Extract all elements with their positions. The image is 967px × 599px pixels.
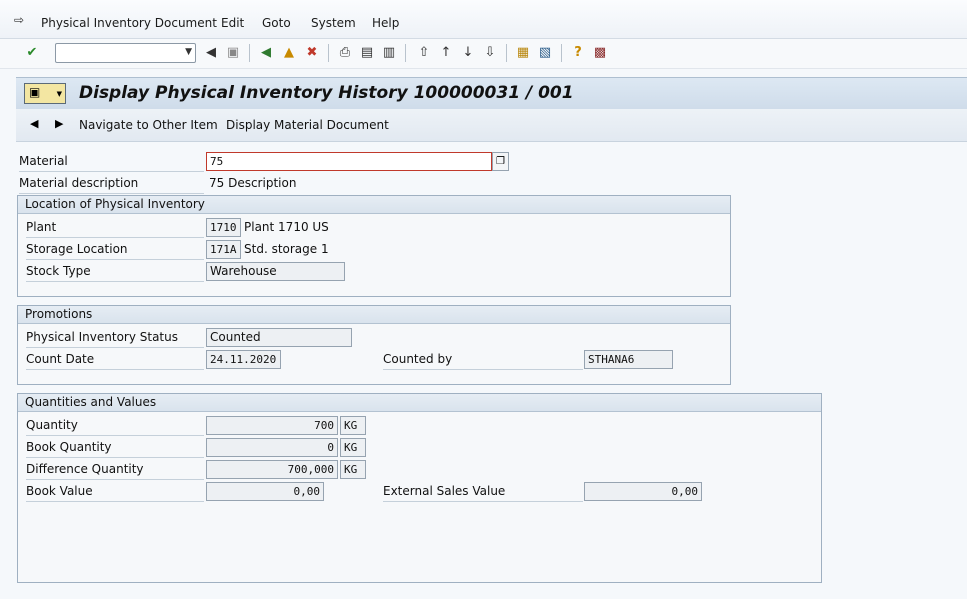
customize-layout-icon[interactable]: ▩ [592, 45, 608, 61]
help-icon[interactable]: ? [570, 45, 586, 61]
new-session-icon[interactable]: ▦ [515, 45, 531, 61]
book-quantity-label: Book Quantity [26, 438, 204, 458]
menu-toggle-icon[interactable]: ▣ ▼ [24, 83, 66, 104]
stock-type-label: Stock Type [26, 262, 204, 282]
next-item-icon[interactable]: ▶ [55, 117, 63, 130]
quantity-unit-field: KG [340, 416, 366, 435]
menu-system[interactable]: System [311, 16, 356, 30]
chevron-down-icon[interactable]: ▼ [185, 47, 192, 57]
counted-by-field: STHANA6 [584, 350, 673, 369]
plant-name: Plant 1710 US [244, 220, 329, 234]
find-icon[interactable]: ▤ [359, 45, 375, 61]
count-date-field: 24.11.2020 [206, 350, 281, 369]
plant-code-field: 1710 [206, 218, 241, 237]
enter-check-icon[interactable]: ✔ [24, 45, 40, 61]
display-material-document-button[interactable]: Display Material Document [226, 118, 389, 132]
quantity-field: 700 [206, 416, 338, 435]
save-icon[interactable]: ▣ [225, 45, 241, 61]
application-toolbar: ◀ ▶ Navigate to Other Item Display Mater… [16, 109, 967, 142]
pi-status-label: Physical Inventory Status [26, 328, 204, 348]
plant-label: Plant [26, 218, 204, 238]
back-arrow-icon[interactable]: ◀ [203, 45, 219, 61]
menu-physical-inventory-document[interactable]: Physical Inventory Document [41, 16, 217, 30]
material-label: Material [19, 152, 204, 172]
book-value-field: 0,00 [206, 482, 324, 501]
pi-status-field: Counted [206, 328, 352, 347]
material-description-label: Material description [19, 174, 204, 194]
storage-location-label: Storage Location [26, 240, 204, 260]
promotions-group-header: Promotions [18, 306, 730, 324]
stock-type-field: Warehouse [206, 262, 345, 281]
print-icon[interactable]: ⎙ [337, 45, 353, 61]
previous-item-icon[interactable]: ◀ [30, 117, 38, 130]
multiple-selection-icon[interactable]: ❐ [492, 152, 509, 171]
title-bar: ▣ ▼ Display Physical Inventory History 1… [16, 77, 967, 110]
navigate-other-item-button[interactable]: Navigate to Other Item [79, 118, 218, 132]
menu-bar: ⇨ Physical Inventory Document Edit Goto … [0, 0, 967, 39]
find-next-icon[interactable]: ▥ [381, 45, 397, 61]
toggle-icon: ▣ [29, 85, 41, 99]
command-field[interactable]: ▼ [55, 43, 196, 63]
count-date-label: Count Date [26, 350, 204, 370]
difference-quantity-label: Difference Quantity [26, 460, 204, 480]
storage-location-name: Std. storage 1 [244, 242, 329, 256]
menu-goto[interactable]: Goto [262, 16, 291, 30]
book-quantity-unit-field: KG [340, 438, 366, 457]
quantity-label: Quantity [26, 416, 204, 436]
cancel-icon[interactable]: ✖ [304, 45, 320, 61]
standard-toolbar: ✔ ▼ ◀ ▣ ◀ ▲ ✖ ⎙ ▤ ▥ ⇧ ↑ ↓ ⇩ ▦ ▧ ? ▩ [0, 39, 967, 69]
menu-help[interactable]: Help [372, 16, 399, 30]
menu-icon[interactable]: ⇨ [14, 13, 24, 27]
difference-quantity-unit-field: KG [340, 460, 366, 479]
book-value-label: Book Value [26, 482, 204, 502]
page-title: Display Physical Inventory History 10000… [79, 83, 574, 103]
location-group-header: Location of Physical Inventory [18, 196, 730, 214]
chevron-down-icon: ▼ [56, 90, 62, 98]
exit-icon[interactable]: ▲ [281, 45, 297, 61]
menu-edit[interactable]: Edit [221, 16, 244, 30]
material-description-value: 75 Description [209, 176, 297, 190]
next-page-icon[interactable]: ↓ [460, 45, 476, 61]
quantities-group-header: Quantities and Values [18, 394, 821, 412]
book-quantity-field: 0 [206, 438, 338, 457]
previous-page-icon[interactable]: ↑ [438, 45, 454, 61]
storage-location-code-field: 171A [206, 240, 241, 259]
last-page-icon[interactable]: ⇩ [482, 45, 498, 61]
toolbar-separator [405, 44, 406, 62]
toolbar-separator [249, 44, 250, 62]
shortcut-icon[interactable]: ▧ [537, 45, 553, 61]
external-sales-value-label: External Sales Value [383, 482, 583, 502]
difference-quantity-field: 700,000 [206, 460, 338, 479]
counted-by-label: Counted by [383, 350, 583, 370]
toolbar-separator [561, 44, 562, 62]
back-icon[interactable]: ◀ [258, 45, 274, 61]
external-sales-value-field: 0,00 [584, 482, 702, 501]
toolbar-separator [506, 44, 507, 62]
toolbar-separator [328, 44, 329, 62]
material-input[interactable]: 75 [206, 152, 492, 171]
first-page-icon[interactable]: ⇧ [416, 45, 432, 61]
